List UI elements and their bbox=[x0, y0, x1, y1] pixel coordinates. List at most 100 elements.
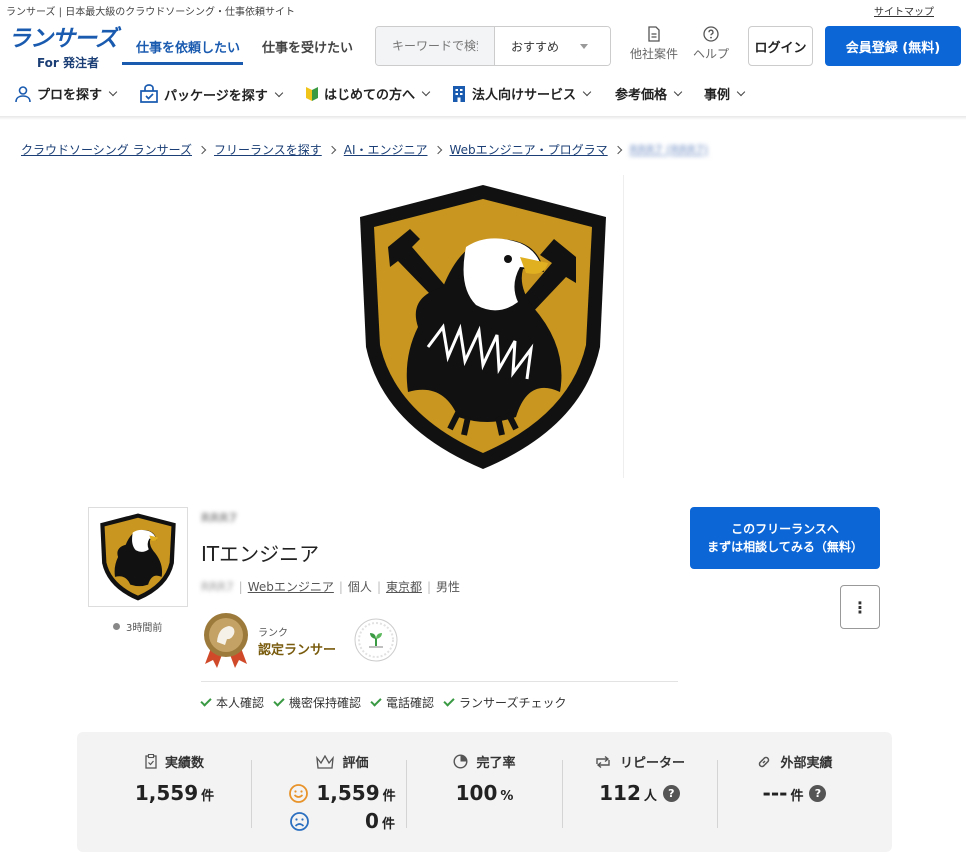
eagle-shield-emblem bbox=[360, 184, 606, 469]
nav-price-label: 参考価格 bbox=[615, 88, 668, 103]
search-box: おすすめ bbox=[375, 26, 611, 66]
help-icon[interactable]: ? bbox=[809, 785, 827, 802]
sort-select-value: おすすめ bbox=[511, 39, 560, 54]
smile-face-icon bbox=[289, 783, 309, 803]
nav-cases-label: 事例 bbox=[704, 88, 731, 103]
breadcrumb-item[interactable]: クラウドソーシング ランサーズ bbox=[21, 141, 192, 158]
profile-title: ITエンジニア bbox=[201, 542, 320, 566]
stat-external-unit: 件 bbox=[790, 789, 804, 804]
chevron-right-icon bbox=[327, 145, 336, 154]
login-button[interactable]: ログイン bbox=[748, 26, 813, 66]
header-divider bbox=[0, 116, 966, 120]
clipboard-icon bbox=[145, 754, 157, 769]
profile-cover-image bbox=[343, 175, 624, 478]
check-icon bbox=[200, 695, 212, 707]
chevron-down-icon bbox=[274, 88, 283, 97]
verification-item: 電話確認 bbox=[370, 694, 434, 711]
good-rating-unit: 件 bbox=[382, 789, 396, 804]
search-input[interactable] bbox=[376, 27, 494, 65]
breadcrumb-item[interactable]: フリーランスを探す bbox=[214, 141, 322, 158]
profile-meta: RRR7 | Webエンジニア | 個人 | 東京都 | 男性 bbox=[201, 578, 461, 595]
chevron-down-icon bbox=[736, 87, 746, 97]
other-projects-link[interactable]: 他社案件 bbox=[630, 26, 678, 62]
nav-corporate-label: 法人向けサービス bbox=[472, 88, 577, 103]
verification-list: 本人確認 機密保持確認 電話確認 ランサーズチェック bbox=[200, 694, 567, 711]
meta-location-link[interactable]: 東京都 bbox=[386, 578, 422, 595]
crown-icon bbox=[316, 754, 335, 769]
stat-rating: 評価 1,559 件 0件 bbox=[265, 732, 420, 833]
verification-item: ランサーズチェック bbox=[443, 694, 567, 711]
nav-find-package-label: パッケージを探す bbox=[164, 88, 268, 104]
help-icon[interactable]: ? bbox=[662, 785, 680, 802]
chevron-down-icon bbox=[673, 87, 683, 97]
eagle-shield-avatar bbox=[100, 513, 176, 601]
help-icon bbox=[703, 26, 719, 42]
stat-rating-label: 評価 bbox=[342, 756, 369, 771]
check-icon bbox=[370, 695, 382, 707]
chevron-down-icon bbox=[582, 87, 592, 97]
building-icon bbox=[453, 85, 465, 102]
help-label: ヘルプ bbox=[693, 47, 730, 61]
check-icon bbox=[273, 695, 285, 707]
more-options-button[interactable]: ⋮ bbox=[840, 585, 880, 629]
nav-find-pro-label: プロを探す bbox=[37, 88, 103, 103]
breadcrumb-current: RRR7 (RRR7) bbox=[629, 142, 709, 157]
repeat-icon bbox=[596, 755, 610, 768]
verification-item: 本人確認 bbox=[200, 694, 265, 711]
rank-medal-icon[interactable] bbox=[201, 612, 251, 668]
check-icon bbox=[443, 695, 455, 707]
verification-label: 本人確認 bbox=[216, 696, 265, 710]
chevron-right-icon bbox=[613, 145, 622, 154]
bad-rating-value: 0 bbox=[365, 809, 379, 833]
verification-label: ランサーズチェック bbox=[459, 696, 567, 710]
stat-repeater-label: リピーター bbox=[619, 756, 685, 771]
nav-corporate[interactable]: 法人向けサービス bbox=[451, 84, 592, 103]
sitemap-link[interactable]: サイトマップ bbox=[874, 3, 934, 18]
stat-external-value: --- bbox=[762, 781, 788, 805]
nav-find-pro[interactable]: プロを探す bbox=[14, 84, 118, 103]
nav-price[interactable]: 参考価格 bbox=[615, 84, 683, 103]
person-icon bbox=[15, 85, 31, 102]
meta-category-link[interactable]: Webエンジニア bbox=[248, 578, 334, 595]
section-divider bbox=[201, 681, 678, 682]
meta-type: 個人 bbox=[347, 580, 372, 594]
tab-receive-work[interactable]: 仕事を受けたい bbox=[262, 37, 353, 56]
avatar[interactable] bbox=[88, 507, 188, 607]
stat-completion-unit: % bbox=[500, 789, 514, 804]
breadcrumb-item[interactable]: Webエンジニア・プログラマ bbox=[450, 141, 608, 158]
status-dot-icon bbox=[113, 623, 120, 630]
verification-label: 機密保持確認 bbox=[289, 696, 362, 710]
rank-value: 認定ランサー bbox=[258, 643, 337, 658]
rank-label: ランク bbox=[258, 628, 288, 639]
consult-button-line2: まずは相談してみる（無料） bbox=[707, 540, 863, 554]
tab-order-work[interactable]: 仕事を依頼したい bbox=[136, 37, 240, 56]
stat-completion-value: 100 bbox=[455, 781, 498, 805]
nav-cases[interactable]: 事例 bbox=[704, 84, 746, 103]
nav-beginners-label: はじめての方へ bbox=[324, 88, 416, 103]
sprout-badge-icon[interactable] bbox=[354, 618, 398, 662]
lancers-logo[interactable]: ランサーズ For 発注者 bbox=[8, 26, 118, 71]
stat-jobs-unit: 件 bbox=[201, 789, 215, 804]
consult-button[interactable]: このフリーランスへ まずは相談してみる（無料） bbox=[690, 507, 880, 569]
breadcrumb-item[interactable]: AI・エンジニア bbox=[344, 141, 428, 158]
last-online: 3時間前 bbox=[126, 623, 163, 634]
nav-beginners[interactable]: はじめての方へ bbox=[305, 84, 431, 103]
document-icon bbox=[648, 26, 660, 42]
sort-select[interactable]: おすすめ bbox=[494, 27, 610, 65]
nav-find-package[interactable]: パッケージを探す bbox=[139, 84, 283, 104]
stat-repeater-value: 112 bbox=[599, 781, 641, 805]
beginner-mark-icon bbox=[306, 86, 318, 101]
stat-completion-label: 完了率 bbox=[476, 756, 516, 771]
stat-external: 外部実績 --- 件? bbox=[717, 732, 872, 805]
chevron-right-icon bbox=[433, 145, 442, 154]
sad-face-icon bbox=[290, 811, 309, 831]
signup-button[interactable]: 会員登録 (無料) bbox=[825, 26, 961, 66]
chevron-down-icon bbox=[108, 87, 118, 97]
chevron-down-icon bbox=[421, 87, 431, 97]
breadcrumb: クラウドソーシング ランサーズ フリーランスを探す AI・エンジニア Webエン… bbox=[21, 141, 708, 158]
help-link[interactable]: ヘルプ bbox=[693, 26, 729, 62]
stats-panel: 実績数 1,559 件 評価 1,559 件 0件 完了率 100% リピーター 1… bbox=[77, 732, 892, 852]
link-icon bbox=[759, 756, 770, 767]
online-status: 3時間前 bbox=[113, 619, 162, 634]
stat-jobs-value: 1,559 bbox=[134, 781, 199, 805]
